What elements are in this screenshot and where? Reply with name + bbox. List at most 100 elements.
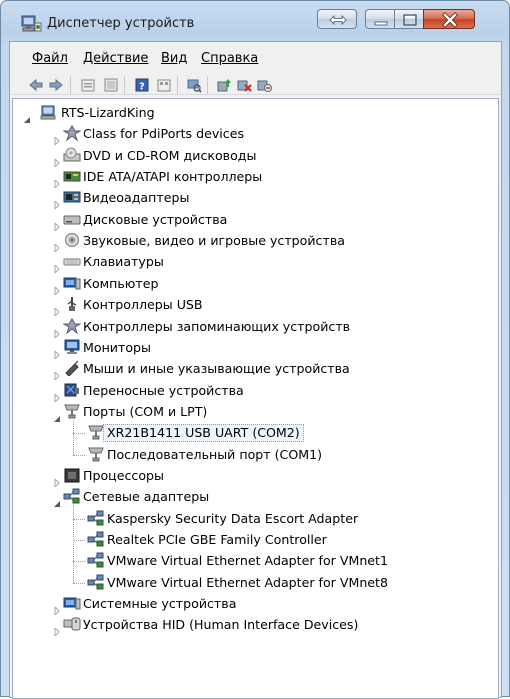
tree-node-label: Class for PdiPorts devices	[83, 126, 245, 142]
tree-category[interactable]: Процессоры	[13, 466, 497, 489]
network-adapter-icon	[87, 531, 105, 547]
tree-node-label: VMware Virtual Ethernet Adapter for VMne…	[107, 574, 389, 590]
properties-icon[interactable]	[80, 77, 96, 93]
menu-view-label: Вид	[161, 51, 188, 66]
tree-node-label: Процессоры	[83, 467, 164, 483]
expand-arrow-icon[interactable]	[53, 173, 61, 190]
view-icon[interactable]	[156, 77, 172, 93]
expand-arrow-icon[interactable]	[53, 365, 61, 382]
show-hidden-icon[interactable]	[103, 77, 119, 93]
tree-node-label: Дисковые устройства	[83, 211, 228, 227]
tree-root[interactable]: RTS-LizardKing	[13, 103, 497, 123]
tree-node-label: XR21B1411 USB UART (COM2)	[103, 424, 304, 443]
tree-connector	[73, 518, 85, 520]
tree-node-label: VMware Virtual Ethernet Adapter for VMne…	[107, 553, 389, 569]
minimize-button[interactable]	[365, 9, 395, 29]
port-icon	[87, 446, 105, 462]
expand-arrow-icon[interactable]	[53, 152, 61, 168]
storage-controller-icon	[62, 317, 82, 334]
tree-connector	[73, 419, 74, 455]
tree-category[interactable]: Звуковые, видео и игровые устройства	[13, 231, 497, 254]
toolbar-separator	[207, 76, 208, 94]
tree-category[interactable]: Порты (COM и LPT)	[13, 402, 497, 422]
mouse-icon	[63, 360, 81, 377]
expand-arrow-icon[interactable]	[53, 301, 61, 318]
expand-arrow-icon[interactable]	[53, 621, 61, 638]
tree-category[interactable]: DVD и CD-ROM дисководы	[13, 146, 497, 168]
tree-device[interactable]: XR21B1411 USB UART (COM2)	[13, 423, 497, 443]
tree-node-label: Устройства HID (Human Interface Devices)	[83, 617, 359, 633]
tree-device[interactable]: Последовательный порт (COM1)	[13, 445, 497, 465]
close-icon	[442, 12, 458, 28]
tree-category[interactable]: Контроллеры USB	[13, 295, 497, 318]
back-arrow-icon[interactable]	[28, 77, 44, 93]
menu-file-label: Файл	[32, 51, 68, 66]
update-driver-icon[interactable]	[216, 77, 232, 93]
expand-arrow-icon[interactable]	[53, 258, 61, 275]
tree-category[interactable]: Class for PdiPorts devices	[13, 124, 497, 147]
tree-category[interactable]: Устройства HID (Human Interface Devices)	[13, 615, 497, 638]
tree-category[interactable]: Клавиатуры	[13, 252, 497, 275]
device-tree[interactable]: RTS-LizardKing Class for PdiPorts devices…	[12, 98, 499, 699]
expand-arrow-icon[interactable]	[53, 323, 61, 339]
menu-help[interactable]: Справка	[201, 51, 258, 66]
close-button[interactable]	[423, 9, 475, 29]
scan-hardware-icon[interactable]	[186, 77, 202, 93]
tree-category[interactable]: Дисковые устройства	[13, 210, 497, 232]
system-devices-icon	[63, 595, 81, 611]
collapse-arrow-icon[interactable]	[53, 493, 61, 508]
maximize-icon	[403, 14, 417, 26]
expand-arrow-icon[interactable]	[53, 237, 61, 254]
expand-arrow-icon[interactable]	[53, 387, 61, 403]
keyboard-icon	[63, 253, 81, 269]
back-button[interactable]	[317, 9, 357, 29]
tree-category[interactable]: Мониторы	[13, 338, 497, 361]
tree-category[interactable]: Контроллеры запоминающих устройств	[13, 317, 497, 339]
help-icon[interactable]: ?	[134, 77, 150, 93]
menu-bar: Файл Действие Вид Справка	[10, 42, 501, 66]
tree-category[interactable]: Мыши и иные указывающие устройства	[13, 359, 497, 382]
forward-arrow-icon[interactable]	[48, 77, 64, 93]
expand-arrow-icon[interactable]	[53, 194, 61, 211]
network-adapter-icon	[87, 552, 105, 568]
tree-node-label: Realtek PCIe GBE Family Controller	[107, 532, 327, 547]
collapse-arrow-icon[interactable]	[53, 408, 61, 422]
tree-node-label: Звуковые, видео и игровые устройства	[83, 233, 345, 249]
tree-node-label: RTS-LizardKing	[61, 105, 155, 120]
expand-arrow-icon[interactable]	[53, 280, 61, 297]
tree-device[interactable]: VMware Virtual Ethernet Adapter for VMne…	[13, 573, 497, 593]
title-bar[interactable]: Диспетчер устройств	[1, 1, 509, 41]
maximize-button[interactable]	[394, 9, 424, 29]
client-area: Файл Действие Вид Справка ? RTS-LizardKi…	[9, 41, 502, 699]
tree-device[interactable]: Realtek PCIe GBE Family Controller	[13, 530, 497, 550]
tree-node-label: Порты (COM и LPT)	[83, 403, 208, 419]
tree-category[interactable]: IDE ATA/ATAPI контроллеры	[13, 167, 497, 190]
tree-device[interactable]: Kaspersky Security Data Escort Adapter	[13, 509, 497, 529]
expand-arrow-icon[interactable]	[53, 216, 61, 232]
menu-file[interactable]: Файл	[32, 51, 68, 66]
network-adapter-icon	[87, 510, 105, 526]
uninstall-icon[interactable]	[236, 77, 252, 93]
toolbar-separator	[177, 76, 178, 94]
disable-icon[interactable]	[256, 77, 272, 93]
tree-category[interactable]: Компьютер	[13, 274, 497, 297]
menu-view[interactable]: Вид	[161, 51, 187, 66]
expand-arrow-icon[interactable]	[53, 472, 61, 489]
expand-arrow-icon[interactable]	[53, 600, 61, 617]
tree-node-label: Последовательный порт (COM1)	[107, 446, 323, 462]
tree-node-label: Контроллеры запоминающих устройств	[83, 318, 351, 334]
tree-node-label: IDE ATA/ATAPI контроллеры	[83, 169, 263, 185]
svg-text:?: ?	[139, 82, 145, 93]
tree-category[interactable]: Переносные устройства	[13, 381, 497, 403]
expand-arrow-icon[interactable]	[53, 344, 61, 361]
tree-device[interactable]: VMware Virtual Ethernet Adapter for VMne…	[13, 551, 497, 571]
tree-node-label: Мониторы	[83, 339, 151, 355]
menu-action[interactable]: Действие	[83, 51, 148, 66]
tree-category[interactable]: Сетевые адаптеры	[13, 487, 497, 508]
tree-category[interactable]: Системные устройства	[13, 594, 497, 617]
tree-node-label: Контроллеры USB	[83, 297, 203, 313]
expand-arrow-icon[interactable]	[53, 130, 61, 147]
collapse-arrow-icon[interactable]	[23, 109, 31, 123]
tree-category[interactable]: Видеоадаптеры	[13, 188, 497, 211]
portable-device-icon	[63, 382, 81, 398]
